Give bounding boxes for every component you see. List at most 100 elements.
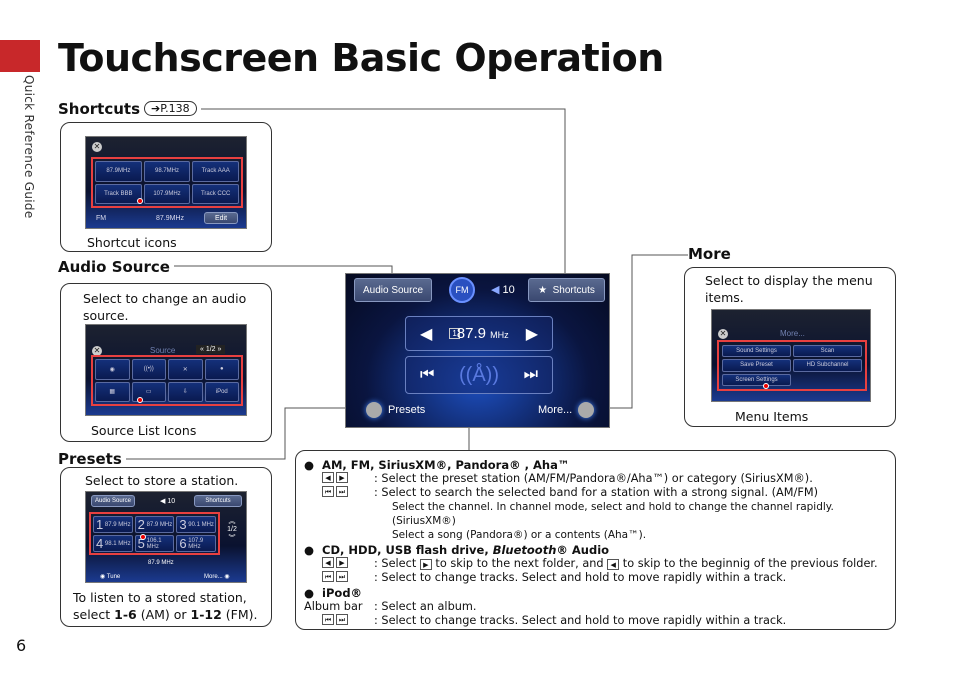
preset-freq: 87.9 MHz [104, 521, 131, 528]
next-key-icon: ▶ [419, 559, 432, 570]
presets-desc: Select to store a station. [85, 473, 239, 488]
screen-title: Source [150, 346, 176, 355]
tuner-panel: ◀ 1 87.9 MHz ▶ [405, 316, 553, 351]
frequency: 87.9 [456, 325, 486, 342]
fm-range: 1-12 [190, 607, 222, 622]
shortcuts-screen: ✕ 87.9MHz 98.7MHz Track AAA Track BBB 10… [85, 136, 247, 229]
callout-dot [137, 397, 143, 403]
menu-items: Sound Settings Scan Save Preset HD Subch… [717, 340, 867, 391]
audio-source-button[interactable]: Audio Source [91, 495, 135, 507]
page-text: 1/2 [227, 526, 237, 533]
desc-line: : Select an album. [374, 600, 477, 613]
siriusxm-source-icon[interactable]: ✕ [168, 359, 203, 380]
audio-source-box: Select to change an audio source. ✕ Sour… [60, 283, 272, 442]
screen-title: More... [780, 329, 805, 338]
source-screen: ✕ Source « 1/2 » ◉ ((•)) ✕ ● ▦ ▭ ⇩ iPod [85, 324, 247, 416]
preset-freq: 90.1 MHz [188, 521, 214, 528]
audio-source-desc: Select to change an audio source. [83, 291, 247, 323]
source-list-caption: Source List Icons [91, 423, 197, 438]
audio-source-button[interactable]: Audio Source [354, 278, 432, 302]
presets-button[interactable]: Presets [366, 402, 425, 418]
pandora-source-icon[interactable]: ▦ [95, 381, 130, 402]
close-icon[interactable]: ✕ [92, 142, 102, 152]
edit-button[interactable]: Edit [204, 212, 238, 224]
section-title: CD, HDD, USB flash drive, [322, 543, 493, 557]
page-ref-link[interactable]: ➔P.138 [144, 101, 197, 116]
speaker-icon: ◀ [491, 284, 500, 296]
desc-line: : Select to change tracks. Select and ho… [374, 571, 787, 584]
preset-number: 6 [179, 536, 187, 551]
prev-preset-button[interactable]: ◀ [420, 324, 432, 344]
preset-number: 3 [179, 517, 187, 532]
presets-screen: Audio Source ◀ 10 Shortcuts 1 87.9 MHz 2… [85, 491, 247, 583]
fm-icon: FM [449, 277, 475, 303]
desc-line: Select a song (Pandora®) or a contents (… [392, 529, 647, 541]
next-preset-button[interactable]: ▶ [526, 324, 538, 344]
section-title-em: Bluetooth® [492, 543, 568, 557]
preset-button[interactable]: 4 98.1 MHz [93, 535, 133, 552]
menu-items-caption: Menu Items [735, 409, 809, 424]
skip-keys-icon: ⏮ ⏭ [304, 486, 374, 500]
shortcut-tile[interactable]: 107.9MHz [143, 183, 191, 204]
more-heading: More [688, 245, 735, 263]
menu-item[interactable]: Screen Settings [722, 373, 791, 386]
am-range: 1-6 [114, 607, 137, 622]
shortcut-tile[interactable]: Track CCC [192, 183, 239, 204]
presets-heading: Presets [58, 450, 126, 468]
am-source-icon[interactable]: ((•)) [131, 359, 166, 380]
volume-indicator: ◀ 10 [491, 283, 515, 296]
preset-buttons: 1 87.9 MHz 2 87.9 MHz 3 90.1 MHz 4 98.1 … [89, 512, 220, 555]
preset-button[interactable]: 1 87.9 MHz [93, 516, 133, 533]
skip-keys-icon: ⏮ ⏭ [304, 571, 374, 585]
section-title: AM, FM, SiriusXM®, Pandora® , Aha™ [322, 458, 570, 472]
caption-line: To listen to a stored station, [73, 590, 247, 605]
controls-description: ● AM, FM, SiriusXM®, Pandora® , Aha™ ◀ ▶:… [295, 450, 896, 630]
album-bar-label: Album bar [304, 600, 363, 613]
heading-text: Shortcuts [58, 100, 141, 118]
shortcut-tile[interactable]: 98.7MHz [143, 161, 191, 182]
shortcut-tile[interactable]: 87.9MHz [95, 161, 142, 182]
caption-text: select [73, 607, 115, 622]
presets-label: Presets [388, 404, 426, 416]
desc-line: : Select the preset station (AM/FM/Pando… [374, 472, 813, 485]
antenna-icon: ((Å)) [459, 363, 499, 386]
preset-page-indicator[interactable]: ︽ 1/2 ︾ [224, 516, 240, 543]
shortcut-tile[interactable]: Track BBB [95, 183, 142, 204]
shortcut-icons-grid: 87.9MHz 98.7MHz Track AAA Track BBB 107.… [91, 157, 243, 208]
shortcuts-button[interactable]: Shortcuts [194, 495, 242, 507]
usb-source-icon[interactable]: ⇩ [168, 381, 203, 402]
desc-text: to skip to the next folder, and [431, 557, 608, 570]
more-desc: Select to display the menu items. [705, 273, 873, 305]
menu-item[interactable]: Scan [793, 345, 862, 358]
preset-button[interactable]: 6 107.9 MHz [176, 535, 216, 552]
close-icon[interactable]: ✕ [718, 329, 728, 339]
tune-button[interactable]: ◉ Tune [100, 573, 120, 580]
menu-item[interactable]: Save Preset [722, 359, 791, 372]
seek-forward-button[interactable]: ⏭ [524, 366, 538, 384]
ipod-source-icon[interactable]: iPod [204, 381, 239, 402]
more-box: Select to display the menu items. ✕ More… [684, 267, 896, 427]
prev-next-keys-icon: ◀ ▶ [304, 557, 374, 571]
more-button[interactable]: More... [538, 402, 595, 418]
preset-button[interactable]: 3 90.1 MHz [176, 516, 216, 533]
disc-source-icon[interactable]: ● [204, 359, 239, 380]
desc-text: : Select [374, 557, 420, 570]
section-am-fm: ● AM, FM, SiriusXM®, Pandora® , Aha™ [304, 458, 570, 472]
current-freq: 87.9 MHz [148, 560, 174, 566]
shortcuts-box: ✕ 87.9MHz 98.7MHz Track AAA Track BBB 10… [60, 122, 272, 252]
more-label: More... [538, 404, 573, 416]
source-list-icons: ◉ ((•)) ✕ ● ▦ ▭ ⇩ iPod [91, 355, 243, 406]
shortcut-tile[interactable]: Track AAA [192, 161, 239, 182]
page-indicator[interactable]: « 1/2 » [196, 345, 226, 354]
menu-item[interactable]: HD Subchannel [793, 359, 862, 372]
desc-line: Select the channel. In channel mode, sel… [392, 501, 834, 527]
callout-dot [137, 198, 143, 204]
section-ipod: ● iPod® [304, 586, 363, 600]
fm-source-icon[interactable]: ◉ [95, 359, 130, 380]
more-button[interactable]: More... ◉ [204, 573, 230, 580]
audio-source-heading: Audio Source [58, 258, 174, 276]
shortcuts-button[interactable]: ★ Shortcuts [528, 278, 605, 302]
menu-item[interactable]: Sound Settings [722, 345, 791, 358]
seek-back-button[interactable]: ⏮ [420, 366, 434, 384]
preset-button[interactable]: 2 87.9 MHz [134, 516, 175, 533]
